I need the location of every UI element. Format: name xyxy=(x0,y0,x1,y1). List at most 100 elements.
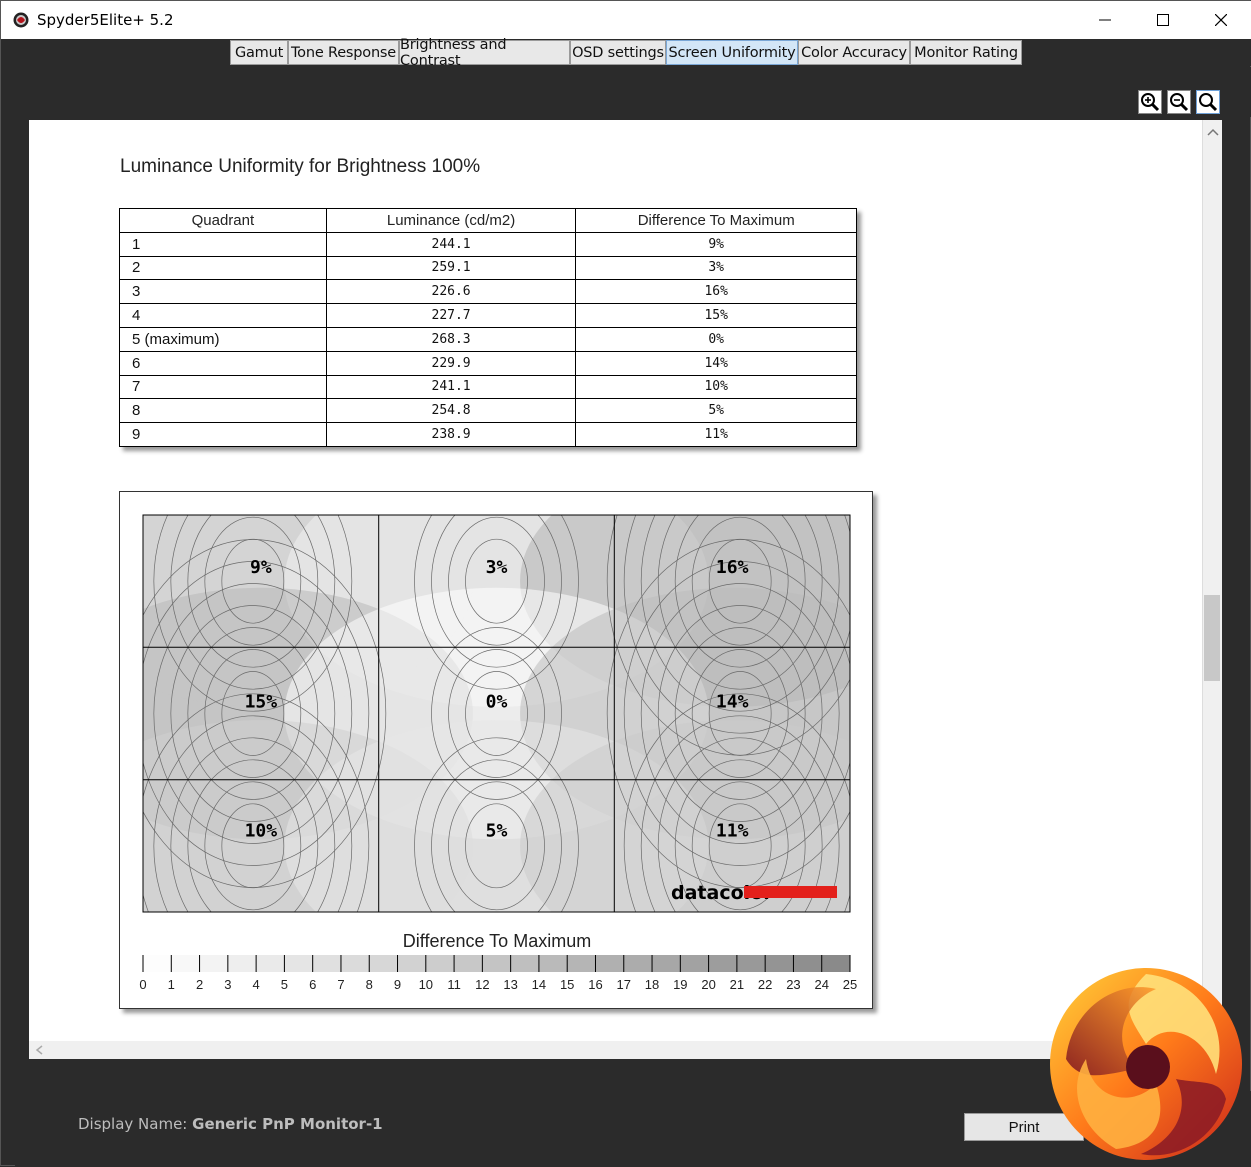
zoom-fit-button[interactable] xyxy=(1196,90,1220,114)
tab-color-accuracy[interactable]: Color Accuracy xyxy=(798,40,910,65)
legend-tick-label: 1 xyxy=(168,977,175,992)
title-bar: Spyder5Elite+ 5.2 xyxy=(1,1,1251,39)
zoom-out-button[interactable] xyxy=(1167,90,1191,114)
table-row: 4 227.7 15% xyxy=(119,303,857,328)
quadrant-cell: 3 xyxy=(119,279,327,305)
difference-cell: 11% xyxy=(575,422,857,447)
zoom-out-icon xyxy=(1170,93,1189,112)
legend-tick-label: 8 xyxy=(366,977,373,992)
display-name-value: Generic PnP Monitor-1 xyxy=(192,1115,383,1133)
legend-tick-label: 9 xyxy=(394,977,401,992)
table-row: 6 229.9 14% xyxy=(119,350,857,376)
tab-monitor-rating[interactable]: Monitor Rating xyxy=(910,40,1022,65)
legend-swatch xyxy=(595,955,625,972)
maximize-icon xyxy=(1157,14,1169,26)
legend-tick-label: 19 xyxy=(673,977,687,992)
quadrant-cell: 8 xyxy=(119,398,327,424)
difference-cell: 15% xyxy=(575,303,857,328)
legend-swatch xyxy=(482,955,512,972)
minimize-button[interactable] xyxy=(1076,1,1134,39)
luminance-cell: 226.6 xyxy=(325,279,577,305)
luminance-cell: 254.8 xyxy=(325,398,577,424)
close-button[interactable] xyxy=(1192,1,1250,39)
uniformity-table: Quadrant Luminance (cd/m2) Difference To… xyxy=(119,208,857,447)
column-header-luminance: Luminance (cd/m2) xyxy=(325,208,577,233)
legend-tick-label: 22 xyxy=(758,977,772,992)
tab-brightness-and-contrast[interactable]: Brightness and Contrast xyxy=(399,37,570,69)
tab-osd-settings[interactable]: OSD settings xyxy=(570,40,666,65)
column-header-quadrant: Quadrant xyxy=(119,208,327,233)
tab-screen-uniformity[interactable]: Screen Uniformity xyxy=(666,40,798,65)
luminance-cell: 229.9 xyxy=(325,350,577,376)
legend-swatch xyxy=(369,955,399,972)
difference-cell: 5% xyxy=(575,398,857,424)
legend-tick-label: 24 xyxy=(814,977,828,992)
table-header-row: Quadrant Luminance (cd/m2) Difference To… xyxy=(119,208,857,233)
legend-tick-label: 16 xyxy=(588,977,602,992)
horizontal-scrollbar[interactable] xyxy=(29,1041,1202,1059)
table-row: 8 254.8 5% xyxy=(119,398,857,424)
luminance-cell: 268.3 xyxy=(325,326,577,352)
quadrant-cell: 7 xyxy=(119,374,327,400)
table-row: 5 (maximum) 268.3 0% xyxy=(119,326,857,352)
scroll-up-icon xyxy=(1207,128,1219,136)
tab-tone-response[interactable]: Tone Response xyxy=(288,40,399,65)
report-viewport[interactable]: Luminance Uniformity for Brightness 100%… xyxy=(29,120,1203,1059)
luminance-cell: 227.7 xyxy=(325,303,577,328)
luminance-cell: 259.1 xyxy=(325,255,577,281)
legend-swatch xyxy=(765,955,794,972)
cell-value-label: 16% xyxy=(716,557,749,578)
app-window: Spyder5Elite+ 5.2 Gamut Tone Response Br… xyxy=(0,0,1251,1167)
luminance-cell: 244.1 xyxy=(325,231,577,257)
luminance-cell: 238.9 xyxy=(325,422,577,447)
legend-tick-label: 25 xyxy=(843,977,857,992)
vertical-scroll-thumb[interactable] xyxy=(1204,595,1220,681)
spyder-app-icon xyxy=(13,12,29,28)
uniformity-chart-panel: 9% 3% 16% 15% 0% 14% 10% 5% 11% datacolor Differ… xyxy=(119,491,873,1009)
minimize-icon xyxy=(1099,19,1111,21)
legend-tick-label: 10 xyxy=(419,977,433,992)
quadrant-cell: 9 xyxy=(119,422,327,447)
zoom-in-button[interactable] xyxy=(1138,90,1162,114)
cell-value-label: 11% xyxy=(716,821,749,842)
display-name-label: Display Name: xyxy=(78,1115,193,1133)
cell-value-label: 0% xyxy=(486,691,508,712)
legend-scale: 0 1 2 3 4 5 6 7 8 9 10 11 12 13 14 15 16 17 18 19 20 21 22 23 24… xyxy=(139,955,857,992)
toolbar xyxy=(15,67,1251,117)
legend-swatch xyxy=(652,955,681,972)
legend-tick-label: 18 xyxy=(645,977,659,992)
scroll-left-icon xyxy=(35,1045,43,1055)
legend-swatch xyxy=(284,955,314,972)
cell-value-label: 14% xyxy=(716,691,749,712)
window-title: Spyder5Elite+ 5.2 xyxy=(37,11,174,29)
legend-tick-label: 20 xyxy=(701,977,715,992)
difference-cell: 3% xyxy=(575,255,857,281)
legend-swatch xyxy=(397,955,427,972)
maximize-button[interactable] xyxy=(1134,1,1192,39)
vertical-scrollbar[interactable] xyxy=(1202,120,1222,1059)
legend-swatch xyxy=(538,955,568,972)
difference-cell: 0% xyxy=(575,326,857,352)
legend-swatch xyxy=(171,955,201,972)
table-row: 9 238.9 11% xyxy=(119,422,857,447)
legend-swatch xyxy=(623,955,653,972)
difference-cell: 14% xyxy=(575,350,857,376)
tab-gamut[interactable]: Gamut xyxy=(230,40,288,65)
table-row: 7 241.1 10% xyxy=(119,374,857,400)
quadrant-cell: 4 xyxy=(119,303,327,328)
legend-swatch xyxy=(312,955,342,972)
legend-swatch xyxy=(143,955,172,972)
luminance-cell: 241.1 xyxy=(325,374,577,400)
legend-swatch xyxy=(199,955,229,972)
legend-swatch xyxy=(793,955,823,972)
legend-tick-label: 23 xyxy=(786,977,800,992)
legend-swatch xyxy=(567,955,596,972)
legend-tick-label: 14 xyxy=(532,977,546,992)
legend-tick-label: 11 xyxy=(447,977,461,992)
close-icon xyxy=(1215,14,1227,26)
datacolor-red-bar xyxy=(744,886,837,898)
cell-value-label: 15% xyxy=(245,691,278,712)
difference-cell: 10% xyxy=(575,374,857,400)
legend-tick-label: 21 xyxy=(730,977,744,992)
display-name-row: Display Name: Generic PnP Monitor-1 xyxy=(78,1115,383,1133)
